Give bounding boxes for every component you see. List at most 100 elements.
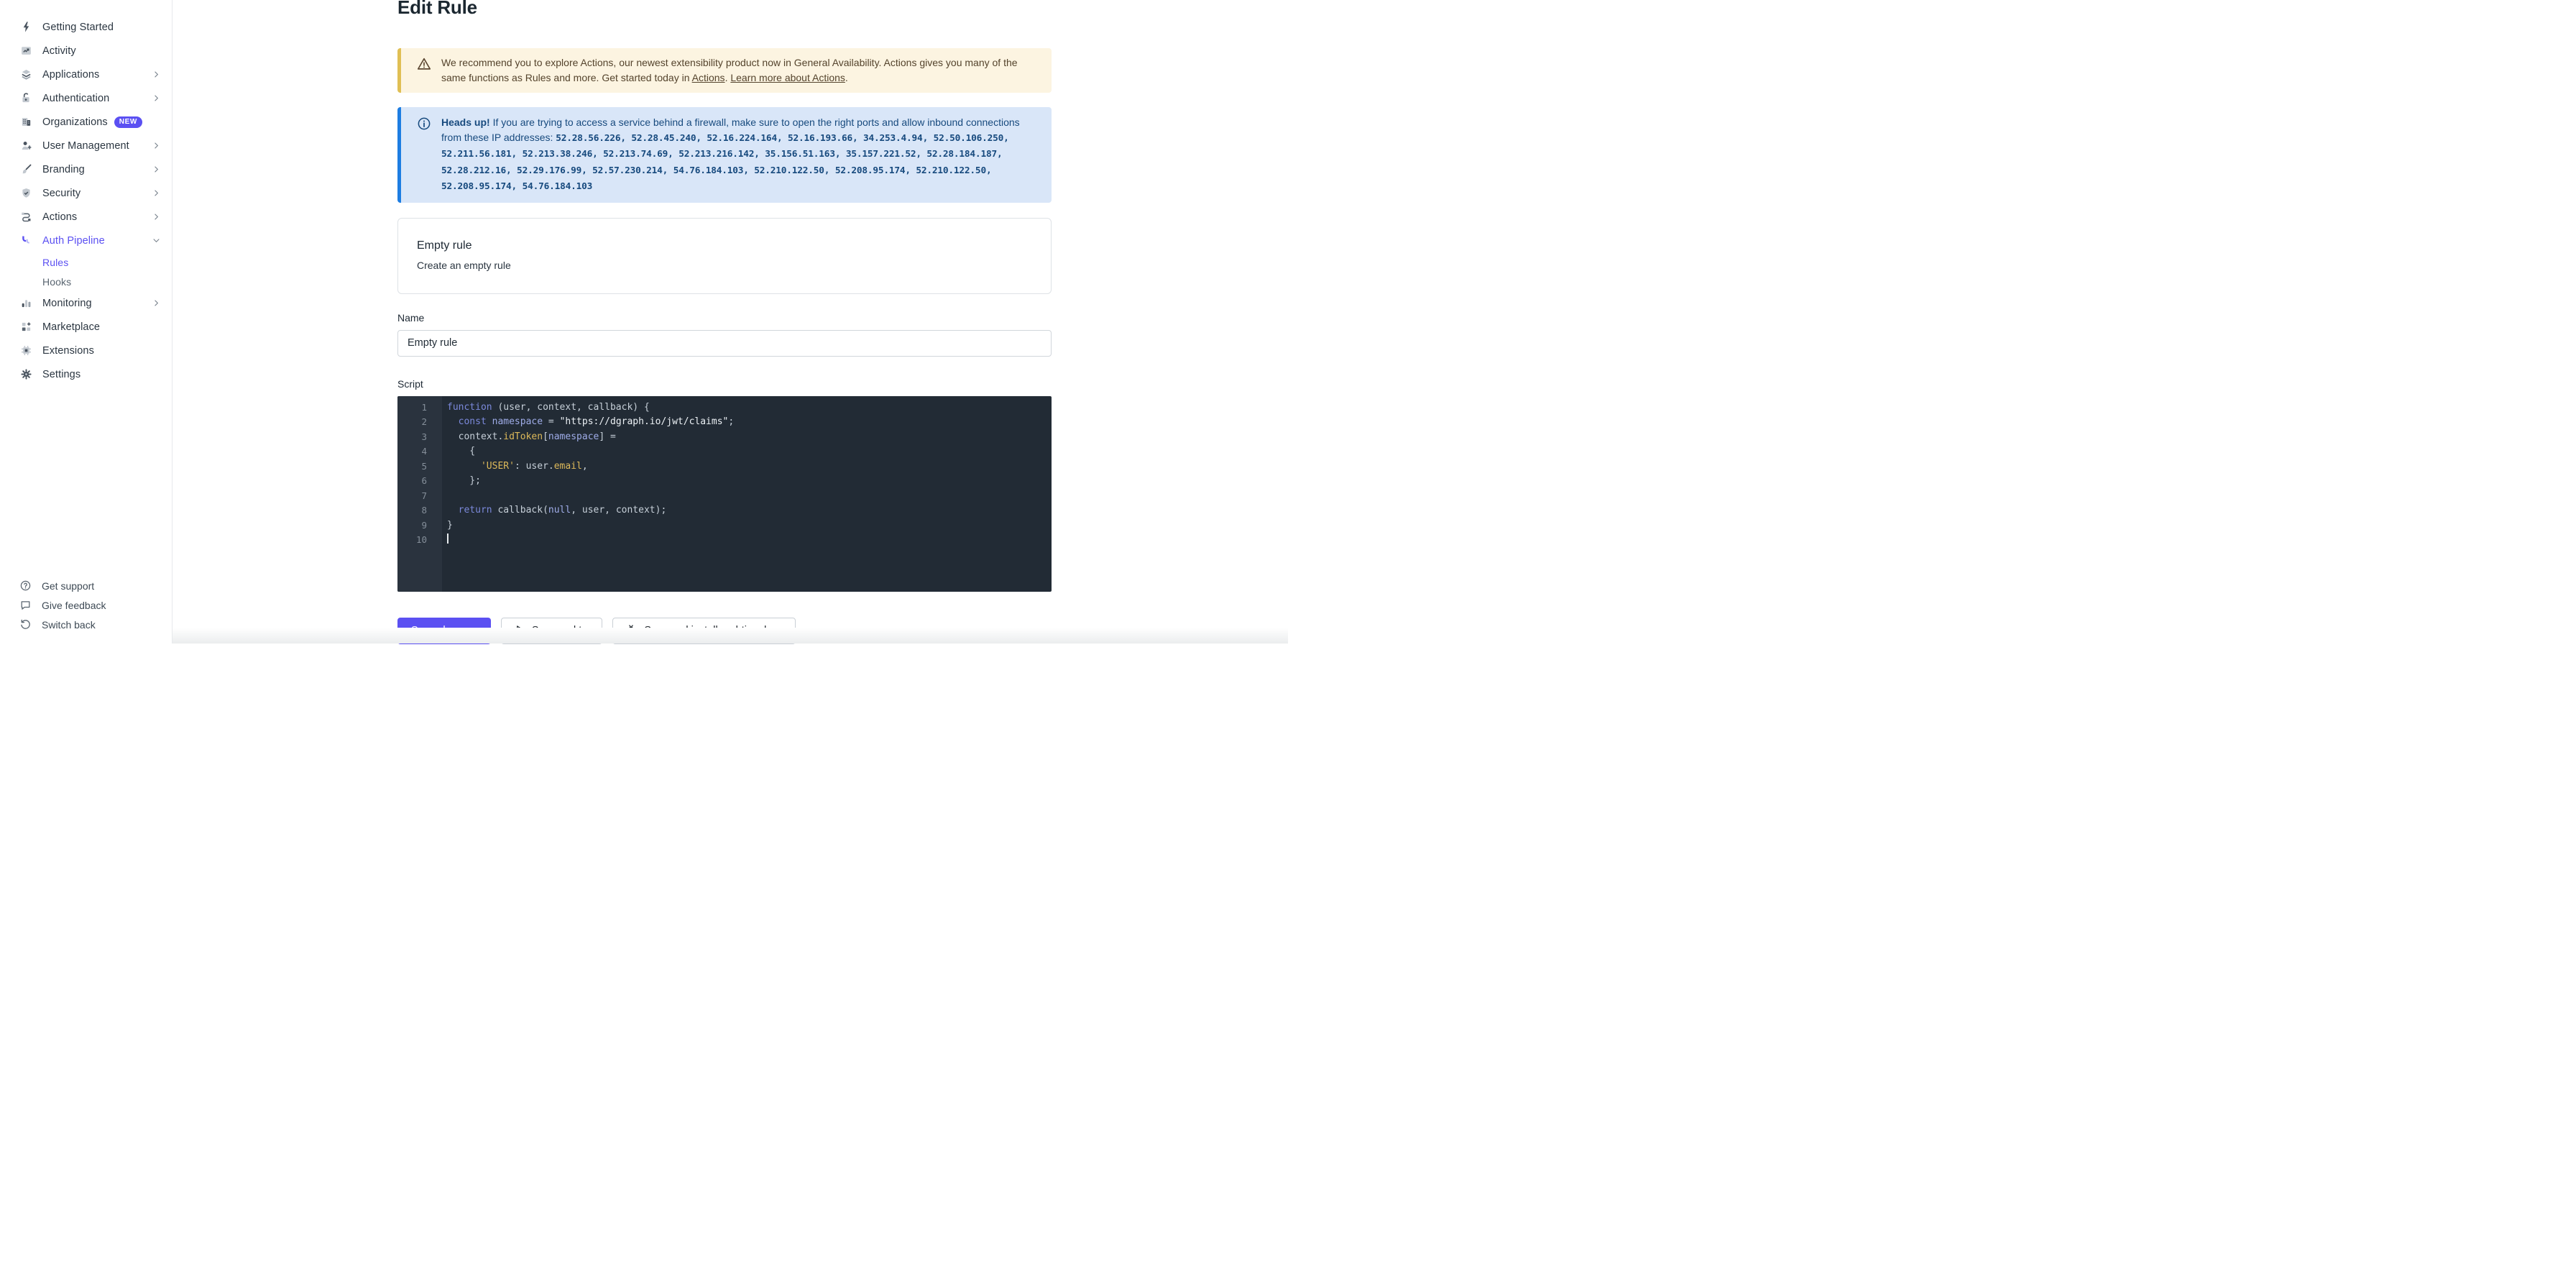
- page-title: Edit Rule: [397, 0, 1052, 19]
- chevron-right-icon: [152, 189, 160, 197]
- sidebar-nav: Getting Started Activity Applications Authe…: [0, 0, 172, 386]
- script-code-editor[interactable]: 12345678910 function (user, context, cal…: [397, 396, 1052, 592]
- new-badge: NEW: [114, 116, 142, 128]
- line-number: 6: [397, 474, 442, 489]
- sidebar-item-settings[interactable]: Settings: [0, 362, 172, 386]
- sidebar-item-label: Organizations: [42, 116, 108, 128]
- sidebar-item-applications[interactable]: Applications: [0, 63, 172, 86]
- pipeline-icon: [19, 234, 32, 247]
- editor-code-area[interactable]: function (user, context, callback) { con…: [442, 396, 1052, 592]
- sidebar-item-marketplace[interactable]: Marketplace: [0, 315, 172, 339]
- line-number: 1: [397, 400, 442, 416]
- rule-template-title: Empty rule: [417, 239, 1032, 252]
- chevron-down-icon: [152, 237, 160, 244]
- sidebar-item-label: Settings: [42, 369, 80, 380]
- line-number: 5: [397, 459, 442, 475]
- code-line: {: [447, 444, 1052, 459]
- sidebar-item-label: Actions: [42, 211, 77, 223]
- code-line: 'USER': user.email,: [447, 459, 1052, 475]
- line-number: 7: [397, 489, 442, 504]
- sidebar: Getting Started Activity Applications Authe…: [0, 0, 172, 644]
- organization-icon: [19, 116, 32, 129]
- comment-icon: [19, 599, 32, 611]
- gear-icon: [19, 368, 32, 381]
- sidebar-item-label: Rules: [42, 257, 68, 268]
- flow-icon: [19, 211, 32, 224]
- sidebar-item-label: Marketplace: [42, 321, 100, 333]
- code-line: [447, 533, 1052, 548]
- actions-link[interactable]: Actions: [692, 72, 725, 83]
- sidebar-footer-label: Switch back: [42, 619, 96, 631]
- sidebar-footer: Get support Give feedback Switch back: [0, 576, 172, 644]
- warning-banner-text: We recommend you to explore Actions, our…: [441, 55, 1039, 86]
- sidebar-item-label: Auth Pipeline: [42, 235, 105, 247]
- sidebar-item-label: Hooks: [42, 276, 71, 288]
- code-line: };: [447, 474, 1052, 489]
- sidebar-item-authentication[interactable]: Authentication: [0, 86, 172, 110]
- chevron-right-icon: [152, 94, 160, 102]
- content-column: Edit Rule We recommend you to explore Ac…: [172, 0, 1052, 644]
- sidebar-item-getting-started[interactable]: Getting Started: [0, 15, 172, 39]
- sidebar-item-activity[interactable]: Activity: [0, 39, 172, 63]
- sidebar-item-label: Branding: [42, 164, 85, 175]
- shield-check-icon: [19, 187, 32, 200]
- warning-text-3: .: [845, 72, 848, 83]
- sidebar-item-label: Getting Started: [42, 22, 114, 33]
- chevron-right-icon: [152, 213, 160, 221]
- code-line: const namespace = "https://dgraph.io/jwt…: [447, 415, 1052, 430]
- chip-icon: [19, 344, 32, 357]
- empty-rule-template-card[interactable]: Empty rule Create an empty rule: [397, 218, 1052, 294]
- sidebar-item-label: Security: [42, 188, 80, 199]
- sidebar-item-actions[interactable]: Actions: [0, 205, 172, 229]
- sidebar-item-rules[interactable]: Rules: [0, 252, 172, 272]
- info-banner-text: Heads up! If you are trying to access a …: [441, 115, 1039, 195]
- sidebar-item-auth-pipeline[interactable]: Auth Pipeline: [0, 229, 172, 252]
- text-cursor: [447, 533, 448, 544]
- name-label: Name: [397, 312, 1052, 324]
- sidebar-item-organizations[interactable]: Organizations NEW: [0, 110, 172, 134]
- line-number: 9: [397, 518, 442, 533]
- learn-more-about-actions-link[interactable]: Learn more about Actions: [730, 72, 845, 83]
- sidebar-item-label: Extensions: [42, 345, 94, 357]
- sidebar-footer-item-give-feedback[interactable]: Give feedback: [0, 595, 172, 615]
- code-line: function (user, context, callback) {: [447, 400, 1052, 416]
- chevron-right-icon: [152, 165, 160, 173]
- script-label: Script: [397, 378, 1052, 390]
- user-gear-icon: [19, 139, 32, 152]
- code-line: context.idToken[namespace] =: [447, 430, 1052, 445]
- sidebar-item-label: Authentication: [42, 93, 109, 104]
- line-number: 4: [397, 444, 442, 459]
- sidebar-item-extensions[interactable]: Extensions: [0, 339, 172, 362]
- sidebar-item-monitoring[interactable]: Monitoring: [0, 291, 172, 315]
- chevron-right-icon: [152, 70, 160, 78]
- rule-name-input[interactable]: [397, 330, 1052, 357]
- lightning-icon: [19, 21, 32, 34]
- main-content: Edit Rule We recommend you to explore Ac…: [172, 0, 1288, 644]
- code-line: return callback(null, user, context);: [447, 503, 1052, 518]
- sidebar-item-security[interactable]: Security: [0, 181, 172, 205]
- code-line: }: [447, 518, 1052, 533]
- info-icon: [416, 115, 432, 135]
- warning-icon: [416, 55, 432, 75]
- chevron-right-icon: [152, 142, 160, 150]
- heads-up-banner: Heads up! If you are trying to access a …: [397, 107, 1052, 203]
- code-line: [447, 489, 1052, 504]
- brush-icon: [19, 163, 32, 176]
- app-window: Getting Started Activity Applications Authe…: [0, 0, 1288, 644]
- rule-template-description: Create an empty rule: [417, 260, 1032, 271]
- line-number: 8: [397, 503, 442, 518]
- sidebar-footer-label: Give feedback: [42, 600, 106, 611]
- sidebar-footer-label: Get support: [42, 580, 94, 592]
- bar-chart-icon: [19, 297, 32, 310]
- sidebar-footer-item-get-support[interactable]: Get support: [0, 576, 172, 595]
- chevron-right-icon: [152, 299, 160, 307]
- sidebar-item-hooks[interactable]: Hooks: [0, 272, 172, 291]
- sidebar-item-label: Activity: [42, 45, 76, 57]
- line-number: 10: [397, 533, 442, 548]
- sidebar-item-branding[interactable]: Branding: [0, 157, 172, 181]
- page-bottom-edge: [172, 628, 1288, 644]
- lock-icon: [19, 92, 32, 105]
- sidebar-item-user-management[interactable]: User Management: [0, 134, 172, 157]
- undo-icon: [19, 618, 32, 631]
- sidebar-footer-item-switch-back[interactable]: Switch back: [0, 615, 172, 634]
